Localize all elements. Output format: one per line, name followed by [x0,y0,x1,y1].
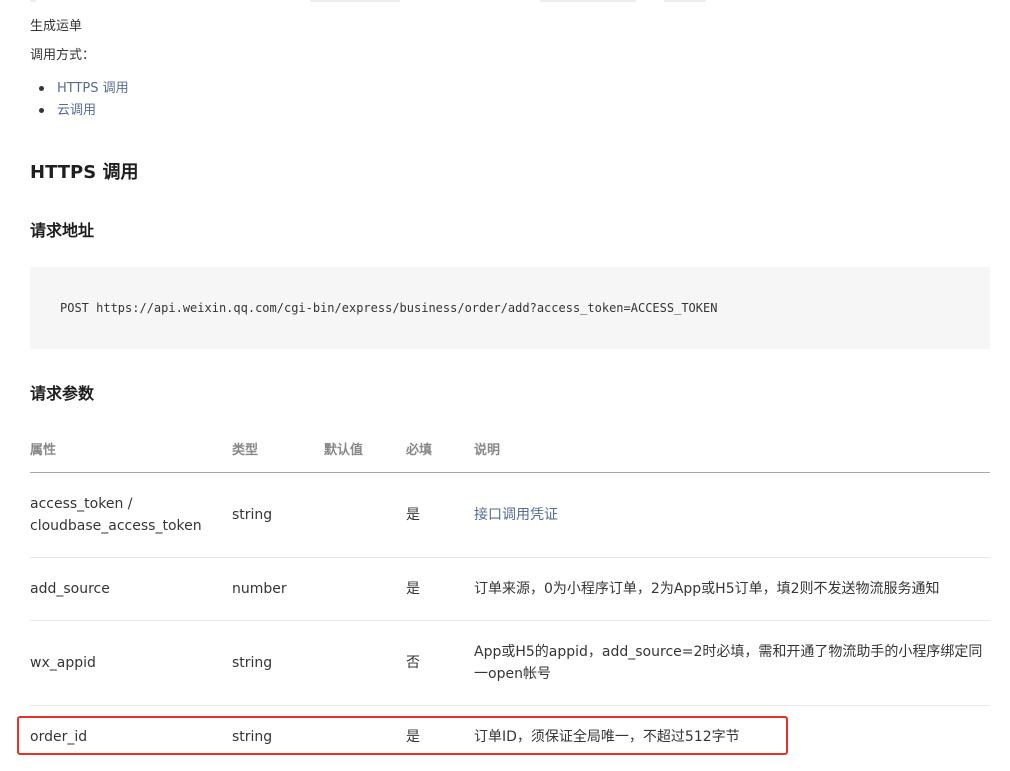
table-header: 属性 类型 默认值 必填 说明 [30,430,990,473]
header-attr: 属性 [30,443,57,458]
params-table: 属性 类型 默认值 必填 说明 access_token / cloudbase… [30,430,990,768]
param-desc: 订单来源，0为小程序订单，2为App或H5订单，填2则不发送物流服务通知 [474,581,940,597]
list-item: HTTPS 调用 [30,79,129,101]
param-desc: 接口调用凭证 [474,504,984,526]
table-row: add_source number 是 订单来源，0为小程序订单，2为App或H… [30,558,990,621]
table-row: wx_appid string 否 App或H5的appid，add_sourc… [30,621,990,706]
section-title: HTTPS 调用 [30,162,139,183]
code-block: POST https://api.weixin.qq.com/cgi-bin/e… [30,267,990,349]
param-required: 否 [406,655,420,671]
intro-title: 生成运单 [30,19,83,34]
call-method-label: 调用方式： [30,48,96,63]
param-type: string [232,507,273,523]
top-edge-fragments [0,0,1010,6]
bullet-dot-icon [39,108,44,113]
link-https-call[interactable]: HTTPS 调用 [57,81,129,96]
request-params-title: 请求参数 [30,384,95,403]
header-default: 默认值 [324,443,364,458]
bullet-dot-icon [39,86,44,91]
param-required: 是 [406,581,420,597]
param-type: number [232,581,287,597]
list-item: 云调用 [30,101,129,123]
param-desc: 订单ID，须保证全局唯一，不超过512字节 [474,729,740,745]
param-name: access_token / cloudbase_access_token [30,496,202,534]
param-desc: App或H5的appid，add_source=2时必填，需和开通了物流助手的小… [474,644,983,682]
link-cloud-call[interactable]: 云调用 [57,103,96,118]
header-type: 类型 [232,443,259,458]
param-required: 是 [406,729,420,745]
call-method-list: HTTPS 调用 云调用 [30,79,129,123]
header-required: 必填 [406,443,433,458]
table-row: access_token / cloudbase_access_token st… [30,473,990,558]
request-url-code: POST https://api.weixin.qq.com/cgi-bin/e… [60,301,718,315]
param-required: 是 [406,507,420,523]
param-name: order_id [30,729,88,745]
param-type: string [232,655,273,671]
header-desc: 说明 [474,443,501,458]
request-url-title: 请求地址 [30,221,95,240]
param-name: add_source [30,581,110,597]
param-type: string [232,729,273,745]
access-token-link[interactable]: 接口调用凭证 [474,507,558,523]
table-row: order_id string 是 订单ID，须保证全局唯一，不超过512字节 [30,706,990,768]
param-name: wx_appid [30,655,96,671]
